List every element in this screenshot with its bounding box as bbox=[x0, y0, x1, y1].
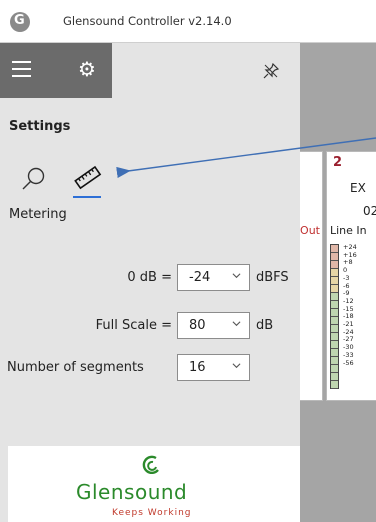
meter-segment bbox=[331, 333, 338, 341]
full-scale-select[interactable]: 80 bbox=[177, 312, 250, 339]
search-icon[interactable] bbox=[20, 165, 48, 193]
meter-scale: +24 +16 +8 0 -3 -6 -9 -12 -15 -18 -21 -24 -27 -30 -33-… bbox=[343, 243, 357, 367]
channel-name: EX bbox=[350, 181, 366, 195]
brand-name: Glensound bbox=[76, 480, 188, 504]
app-logo-icon: G bbox=[10, 12, 30, 32]
active-tab-indicator bbox=[73, 196, 101, 198]
window-titlebar: G Glensound Controller v2.14.0 bbox=[0, 0, 376, 43]
zero-db-label: 0 dB = bbox=[127, 270, 172, 285]
chevron-down-icon bbox=[232, 363, 241, 369]
meter-scale-tick: -56 bbox=[343, 358, 354, 367]
page-title: Settings bbox=[9, 119, 71, 134]
channel-subtitle: 02 bbox=[363, 204, 376, 218]
meter-segment bbox=[331, 301, 338, 309]
window-title: Glensound Controller v2.14.0 bbox=[63, 14, 232, 28]
full-scale-label: Full Scale = bbox=[95, 318, 172, 333]
channel-io-label: Out bbox=[300, 224, 320, 237]
chevron-down-icon bbox=[232, 273, 241, 279]
glensound-logo-icon bbox=[142, 455, 159, 475]
brand-logo: Glensound Keeps Working bbox=[8, 446, 300, 522]
settings-gear-icon[interactable]: ⚙ bbox=[78, 57, 96, 81]
segments-label: Number of segments bbox=[7, 360, 144, 375]
meter-segment bbox=[331, 349, 338, 357]
ruler-icon[interactable] bbox=[73, 163, 103, 193]
meter-segment bbox=[331, 309, 338, 317]
full-scale-value: 80 bbox=[189, 318, 206, 333]
meter-segment bbox=[331, 245, 338, 253]
meter-segment bbox=[331, 285, 338, 293]
panel-header: ⚙ bbox=[0, 43, 112, 98]
hamburger-menu-icon[interactable] bbox=[12, 61, 31, 77]
channel-io-label: Line In bbox=[330, 224, 367, 237]
full-scale-unit: dB bbox=[256, 318, 274, 333]
meter-segment bbox=[331, 373, 338, 381]
meter-segment bbox=[331, 261, 338, 269]
meter-segment bbox=[331, 381, 338, 389]
level-meter bbox=[330, 244, 339, 389]
meter-segment bbox=[331, 277, 338, 285]
chevron-down-icon bbox=[232, 321, 241, 327]
zero-db-value: -24 bbox=[189, 270, 211, 285]
zero-db-select[interactable]: -24 bbox=[177, 264, 250, 291]
meter-segment bbox=[331, 325, 338, 333]
meter-segment bbox=[331, 269, 338, 277]
meter-segment bbox=[331, 317, 338, 325]
meter-segment bbox=[331, 365, 338, 373]
meter-segment bbox=[331, 253, 338, 261]
channel-strip-2[interactable]: 2 EX 02 Line In +24 +16 +8 0 -3 -6 -9 -12 -15 -18… bbox=[326, 151, 376, 401]
segments-select[interactable]: 16 bbox=[177, 354, 250, 381]
channel-number: 2 bbox=[333, 155, 343, 170]
meter-segment bbox=[331, 341, 338, 349]
segments-value: 16 bbox=[189, 360, 206, 375]
zero-db-unit: dBFS bbox=[256, 270, 289, 285]
brand-tagline: Keeps Working bbox=[112, 508, 192, 518]
pin-icon[interactable] bbox=[263, 62, 280, 83]
meter-segment bbox=[331, 293, 338, 301]
meter-segment bbox=[331, 357, 338, 365]
tab-metering[interactable]: Metering bbox=[9, 207, 67, 222]
settings-panel: ⚙ Settings Metering 0 dB = -24 dBFS Full… bbox=[0, 43, 300, 522]
